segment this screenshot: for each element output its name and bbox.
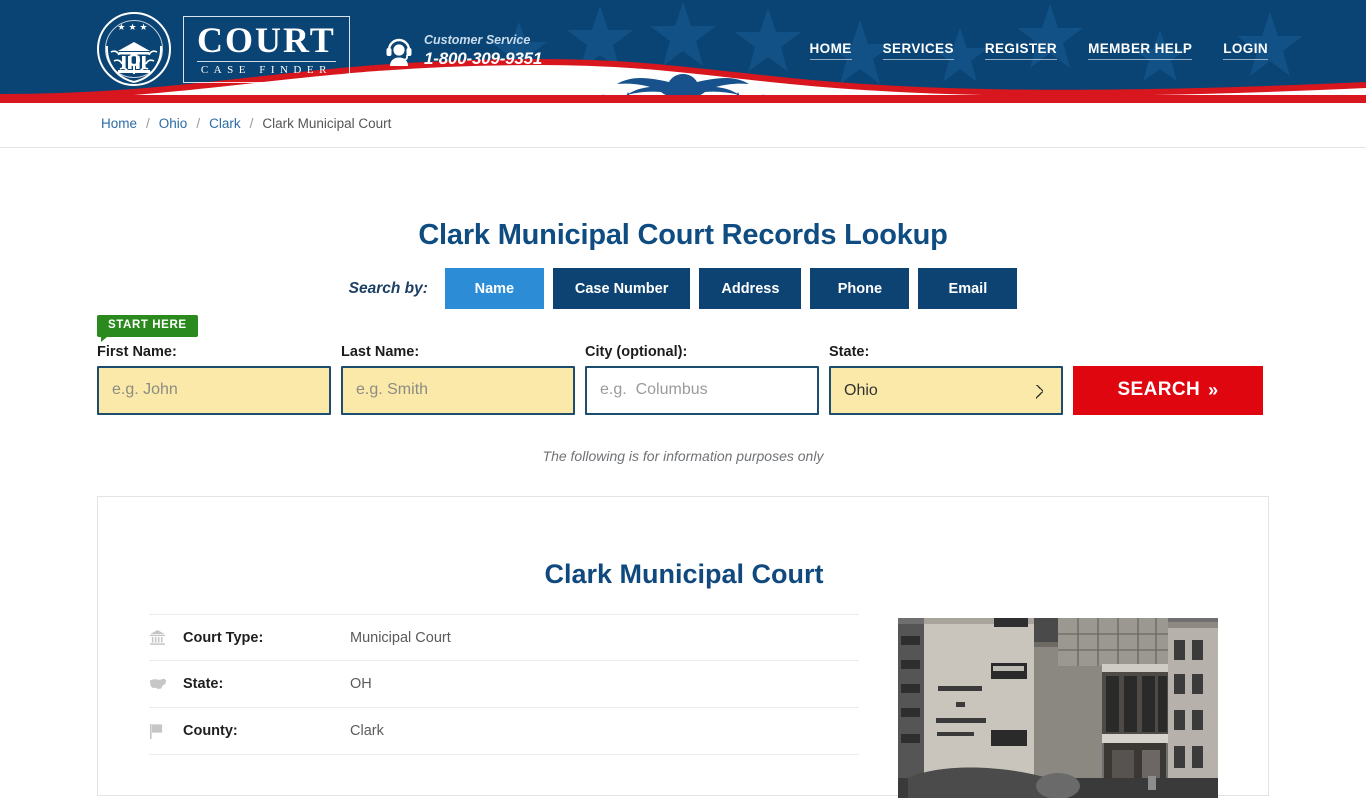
court-name-title: Clark Municipal Court <box>544 559 824 590</box>
nav-item-register[interactable]: REGISTER <box>984 41 1058 60</box>
nav-item-services[interactable]: SERVICES <box>882 41 954 60</box>
logo-laurel-icon <box>105 45 163 83</box>
header-red-bar <box>0 95 1366 103</box>
breadcrumb-item-county[interactable]: Clark <box>209 116 241 131</box>
nav-item-login[interactable]: LOGIN <box>1223 41 1268 60</box>
breadcrumb: Home / Ohio / Clark / Clark Municipal Co… <box>101 116 391 131</box>
tab-email[interactable]: Email <box>918 268 1018 309</box>
state-field-group: State: Ohio <box>829 345 1063 415</box>
logo-divider <box>197 60 336 62</box>
detail-row: State: OH <box>149 661 859 708</box>
logo-subtitle: CASE FINDER <box>200 63 332 76</box>
detail-row: County: Clark <box>149 708 859 755</box>
nav-item-member-help[interactable]: MEMBER HELP <box>1088 41 1193 60</box>
detail-value: OH <box>350 676 372 692</box>
logo-title: COURT <box>197 19 336 60</box>
detail-value: Municipal Court <box>350 629 451 646</box>
detail-label: State: <box>183 676 224 692</box>
info-note: The following is for information purpose… <box>542 448 824 464</box>
main-navigation: HOME SERVICES REGISTER MEMBER HELP LOGIN <box>809 41 1268 60</box>
last-name-field-group: Last Name: <box>341 345 575 415</box>
chevron-double-right-icon: » <box>1208 379 1219 400</box>
start-here-badge: START HERE <box>97 315 198 341</box>
customer-service-phone[interactable]: 1-800-309-9351 <box>424 49 542 69</box>
flag-icon <box>149 723 183 740</box>
us-map-icon <box>149 677 183 691</box>
breadcrumb-item-state[interactable]: Ohio <box>159 116 188 131</box>
tab-name[interactable]: Name <box>444 268 544 309</box>
court-info-card: Clark Municipal Court Court Type: Munici… <box>97 496 1269 798</box>
customer-service-label: Customer Service <box>424 33 531 47</box>
search-by-label: Search by: <box>348 279 428 297</box>
last-name-input[interactable] <box>341 365 575 415</box>
customer-service-block[interactable]: Customer Service 1-800-309-9351 <box>385 33 542 69</box>
search-button-label: SEARCH <box>1117 379 1201 400</box>
first-name-input[interactable] <box>97 365 331 415</box>
city-label: City (optional): <box>585 344 688 360</box>
site-logo[interactable]: ★★★ COURT CASE FINDER <box>97 12 350 86</box>
detail-label: Court Type: <box>183 629 264 646</box>
city-input[interactable] <box>585 365 819 415</box>
breadcrumb-separator: / <box>196 116 201 131</box>
last-name-label: Last Name: <box>341 344 420 360</box>
tab-address[interactable]: Address <box>699 268 802 309</box>
first-name-label: First Name: <box>97 344 177 360</box>
city-field-group: City (optional): <box>585 345 819 415</box>
search-by-tabs: Search by: Name Case Number Address Phon… <box>0 268 1366 309</box>
logo-seal-icon: ★★★ <box>97 12 171 86</box>
state-label: State: <box>829 344 870 360</box>
state-select[interactable]: Ohio <box>829 365 1063 415</box>
detail-label: County: <box>183 723 238 739</box>
court-details-list: Court Type: Municipal Court State: OH Co… <box>149 614 859 755</box>
search-button[interactable]: SEARCH » <box>1073 365 1263 415</box>
tab-case-number[interactable]: Case Number <box>552 268 691 309</box>
first-name-field-group: First Name: <box>97 345 331 415</box>
courthouse-icon <box>149 629 183 646</box>
courthouse-building-photo <box>898 618 1218 798</box>
breadcrumb-separator: / <box>249 116 254 131</box>
breadcrumb-bar: Home / Ohio / Clark / Clark Municipal Co… <box>0 103 1366 148</box>
breadcrumb-item-home[interactable]: Home <box>101 116 137 131</box>
nav-item-home[interactable]: HOME <box>809 41 852 60</box>
tab-phone[interactable]: Phone <box>810 268 910 309</box>
breadcrumb-separator: / <box>146 116 150 131</box>
headset-support-icon <box>386 38 412 66</box>
site-header: ★★★ COURT CASE FINDER Customer Service 1… <box>0 0 1366 95</box>
detail-value: Clark <box>350 723 384 739</box>
detail-row: Court Type: Municipal Court <box>149 614 859 661</box>
page-title: Clark Municipal Court Records Lookup <box>418 219 948 252</box>
breadcrumb-item-current: Clark Municipal Court <box>262 116 392 131</box>
search-form: First Name: Last Name: City (optional): … <box>97 345 1269 415</box>
